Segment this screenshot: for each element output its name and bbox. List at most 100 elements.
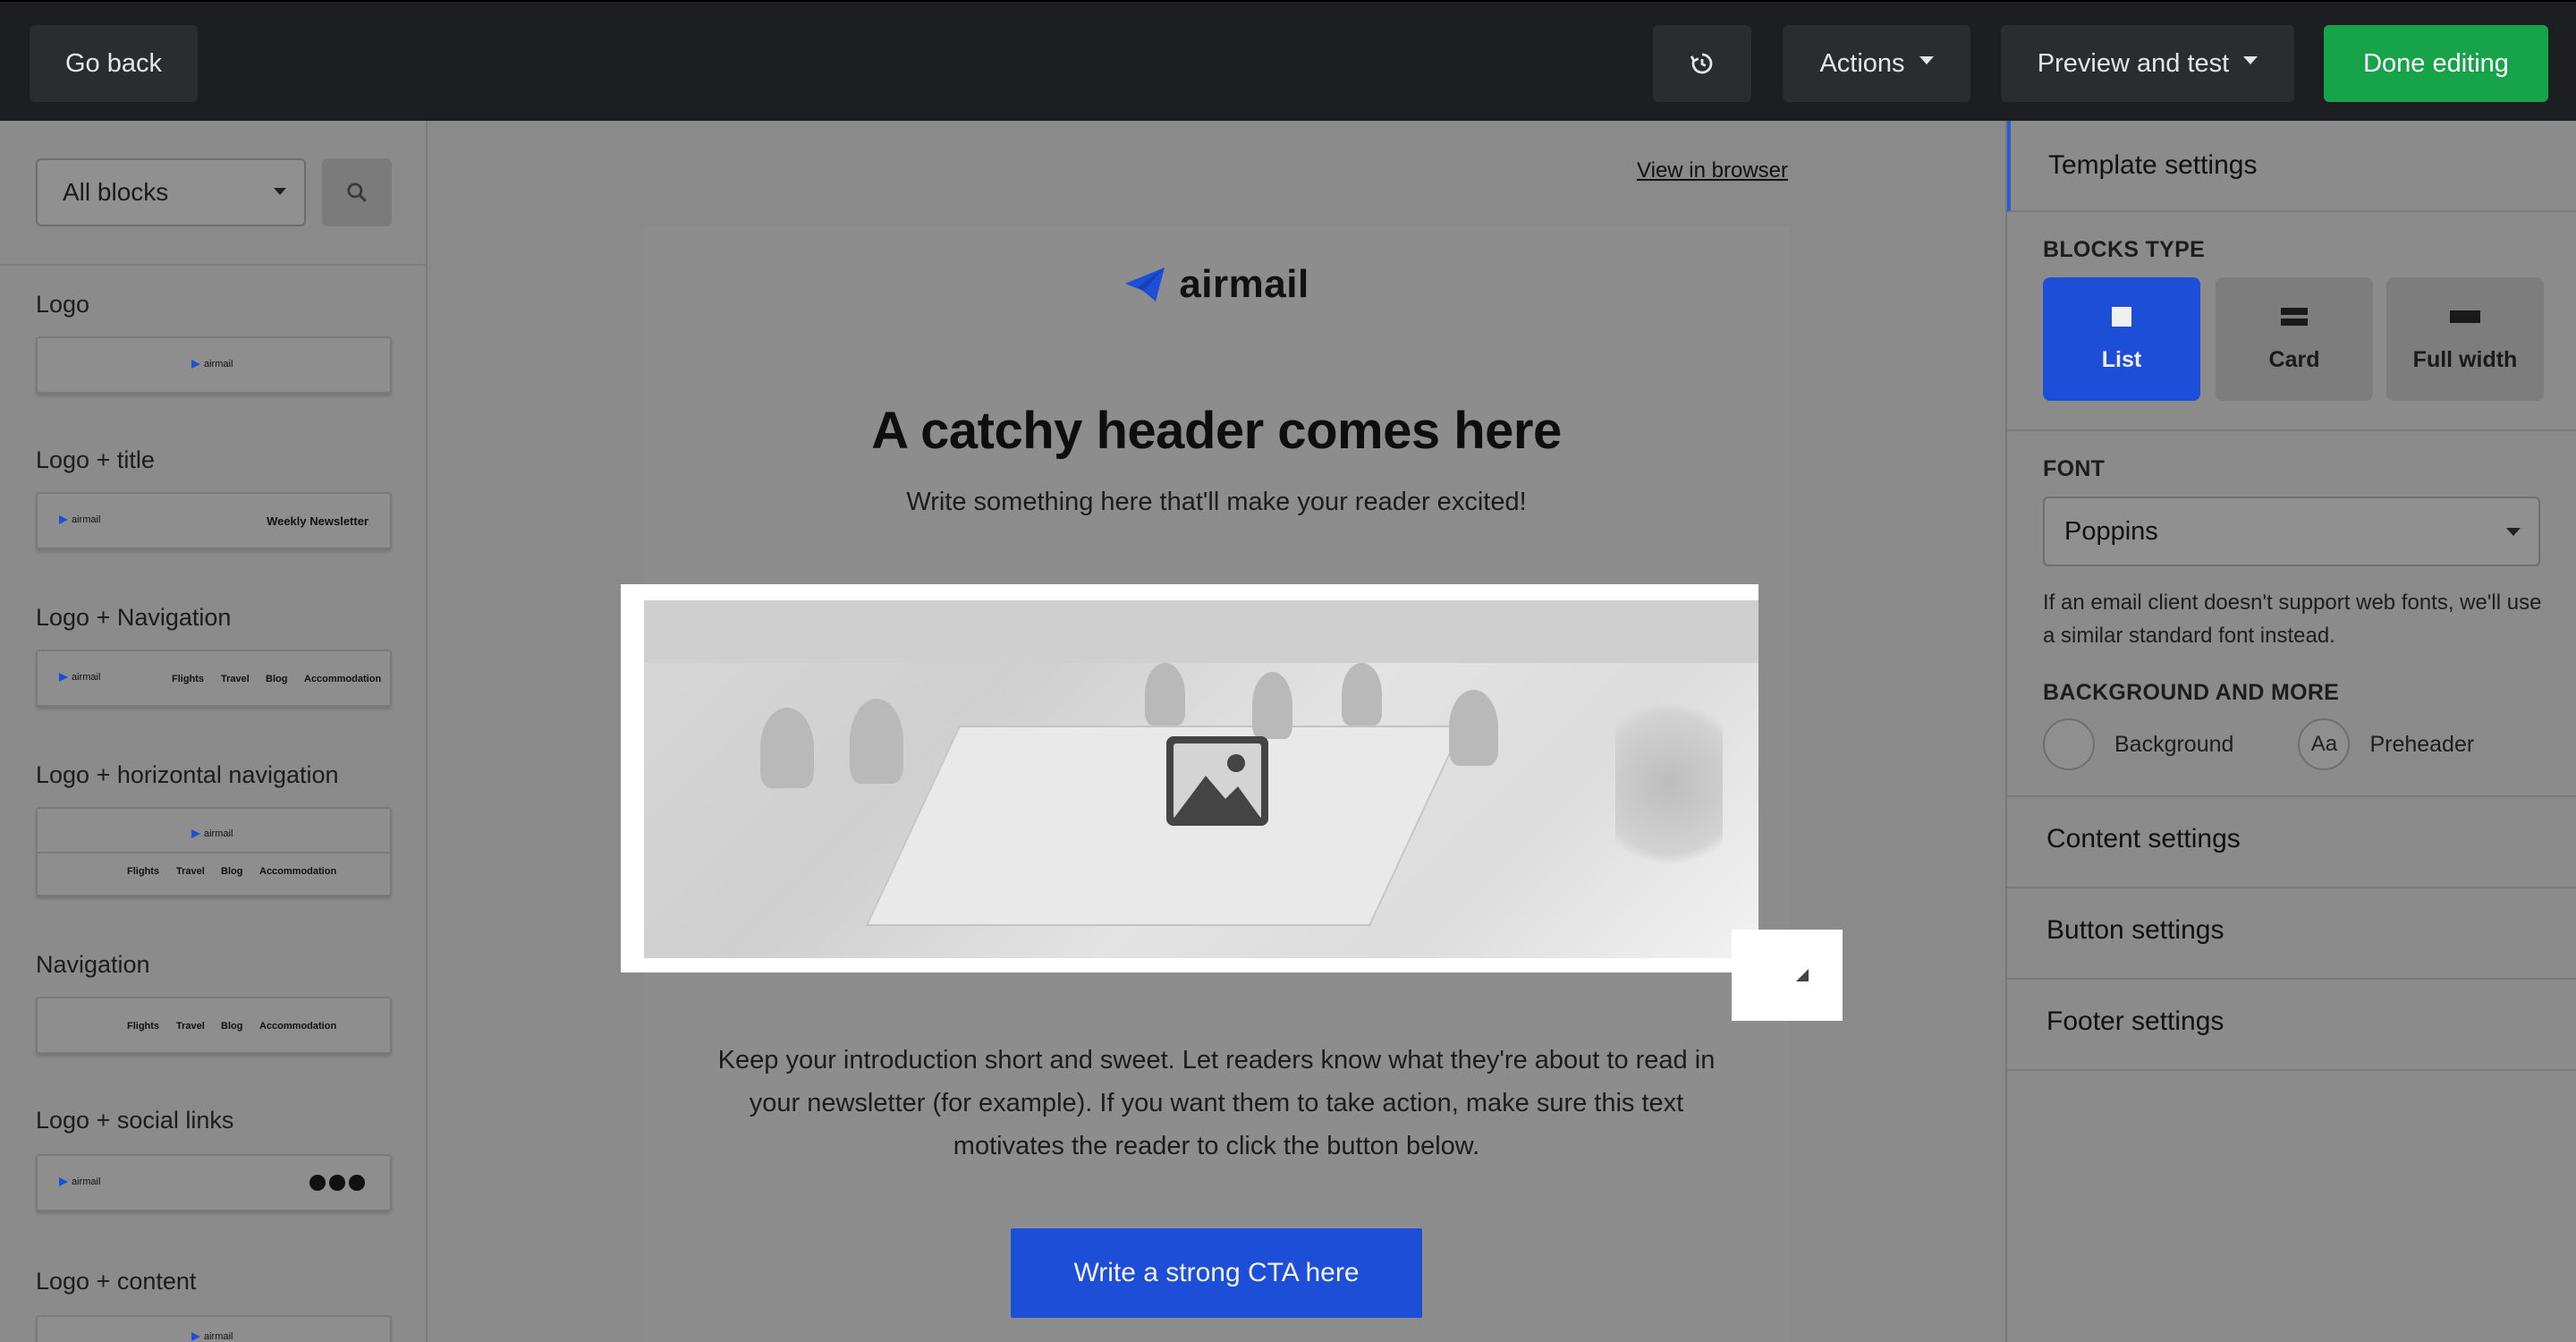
block-logo-navigation[interactable]: airmail Flights Travel Blog Accommodatio… [36,650,392,707]
preheader-option[interactable]: Aa Preheader [2298,718,2474,770]
font-label: FONT [2043,456,2106,481]
email-hero-image[interactable] [644,600,1758,958]
email-headline[interactable]: A catchy header comes here [644,401,1789,461]
panel-divider [2007,795,2576,797]
settings-panel: Template settings BLOCKS TYPE List Card … [2005,121,2576,1342]
panel-divider [2007,978,2576,980]
blocks-type-full-width-button[interactable]: Full width [2386,277,2544,401]
email-canvas: View in browser airmail A catchy header … [428,121,2005,1342]
full-width-icon [2450,310,2480,323]
mini-logo-text: airmail [72,514,101,525]
block-logo-horizontal-navigation[interactable]: airmail Flights Travel Blog Accommodatio… [36,807,392,896]
mini-nav-item: Accommodation [259,866,337,877]
blocks-filter-select[interactable]: All blocks [36,158,306,226]
template-settings-title: Template settings [2048,150,2258,180]
blocks-type-list-button[interactable]: List [2043,277,2200,401]
email-brand-logo[interactable]: airmail [644,262,1789,307]
go-back-button[interactable]: Go back [30,25,198,102]
mini-logo: airmail [191,1331,233,1342]
mini-logo: airmail [59,672,100,683]
mini-logo-text: airmail [204,1331,233,1342]
blocks-type-full-width-label: Full width [2412,346,2518,372]
mini-nav-item: Flights [127,866,160,877]
block-label-logo-content: Logo + content [36,1268,197,1295]
facebook-icon [309,1175,326,1191]
preview-label: Preview and test [2037,48,2230,78]
footer-settings-item[interactable]: Footer settings [2046,1007,2224,1037]
blocks-sidebar: All blocks Logo airmail Logo + title air… [0,121,428,1342]
font-hint: If an email client doesn't support web f… [2043,590,2542,648]
panel-divider [2007,429,2576,431]
block-logo-social[interactable]: airmail [36,1154,392,1211]
preview-dropdown[interactable]: Preview and test [2001,25,2294,102]
block-label-navigation: Navigation [36,951,150,978]
photo-person [1145,663,1185,726]
button-settings-item[interactable]: Button settings [2046,915,2224,946]
block-logo[interactable]: airmail [36,336,392,394]
photo-person [1449,690,1498,766]
done-editing-button[interactable]: Done editing [2324,25,2548,102]
mini-nav-item: Blog [221,866,243,877]
background-color-swatch[interactable] [2043,718,2095,770]
square-icon [2112,306,2131,327]
plane-icon [59,1177,68,1186]
blocks-search-button[interactable] [322,158,392,226]
preheader-icon-text: Aa [2310,732,2338,756]
mini-nav-item: Accommodation [259,1021,337,1032]
email-intro-text[interactable]: Keep your introduction short and sweet. … [707,1039,1726,1168]
resize-handle-icon[interactable] [1796,969,1809,981]
panel-divider [2007,1069,2576,1071]
paper-plane-icon [1125,268,1165,302]
done-editing-label: Done editing [2363,48,2509,78]
actions-label: Actions [1819,48,1905,78]
photo-person [760,708,814,788]
instagram-icon [349,1175,365,1191]
image-resize-tab[interactable] [1732,930,1843,1021]
email-subhead[interactable]: Write something here that'll make your r… [644,488,1789,517]
block-label-logo-social: Logo + social links [36,1107,234,1134]
photo-wall [644,600,1758,663]
history-icon [1690,53,1713,74]
plane-icon [191,1332,200,1341]
preheader-icon[interactable]: Aa [2298,718,2351,770]
block-navigation[interactable]: Flights Travel Blog Accommodation [36,997,392,1054]
view-in-browser-link[interactable]: View in browser [1637,158,1788,183]
chevron-down-icon [1919,55,1934,64]
block-label-logo: Logo [36,291,90,318]
blocks-type-label: BLOCKS TYPE [2043,237,2206,262]
sidebar-divider [0,264,426,266]
go-back-label: Go back [65,48,162,78]
font-select-value: Poppins [2064,516,2158,546]
history-button[interactable] [1653,25,1751,102]
chevron-down-icon [2243,55,2258,64]
photo-person [1252,672,1292,739]
blocks-type-card-button[interactable]: Card [2216,277,2373,401]
mini-divider [38,852,390,854]
content-settings-item[interactable]: Content settings [2046,824,2241,854]
actions-dropdown[interactable]: Actions [1783,25,1970,102]
mini-logo: airmail [59,1176,100,1187]
chevron-down-icon [2506,528,2521,536]
mini-nav-item: Blog [266,674,288,684]
mini-social-icons [309,1175,365,1191]
mini-nav-item: Travel [176,1021,205,1032]
background-option[interactable]: Background [2043,718,2233,770]
block-logo-content[interactable]: airmail [36,1315,392,1342]
mini-nav-item: Blog [221,1021,243,1032]
block-label-logo-navigation: Logo + Navigation [36,604,232,631]
block-label-logo-horizontal-navigation: Logo + horizontal navigation [36,761,339,788]
mini-nav-item: Travel [176,866,205,877]
card-icon [2281,307,2308,326]
font-select[interactable]: Poppins [2043,497,2540,566]
blocks-type-list-label: List [2101,346,2142,372]
mini-newsletter-title: Weekly Newsletter [267,514,369,528]
plane-icon [191,360,200,369]
selected-image-block[interactable] [621,584,1758,973]
mini-logo: airmail [191,828,233,839]
template-settings-header[interactable]: Template settings [2007,121,2576,212]
background-label: Background [2114,731,2234,757]
block-logo-title[interactable]: airmail Weekly Newsletter [36,492,392,549]
background-and-more-label: BACKGROUND AND MORE [2043,680,2340,705]
email-cta-button[interactable]: Write a strong CTA here [1011,1228,1422,1318]
chevron-down-icon [274,188,286,195]
